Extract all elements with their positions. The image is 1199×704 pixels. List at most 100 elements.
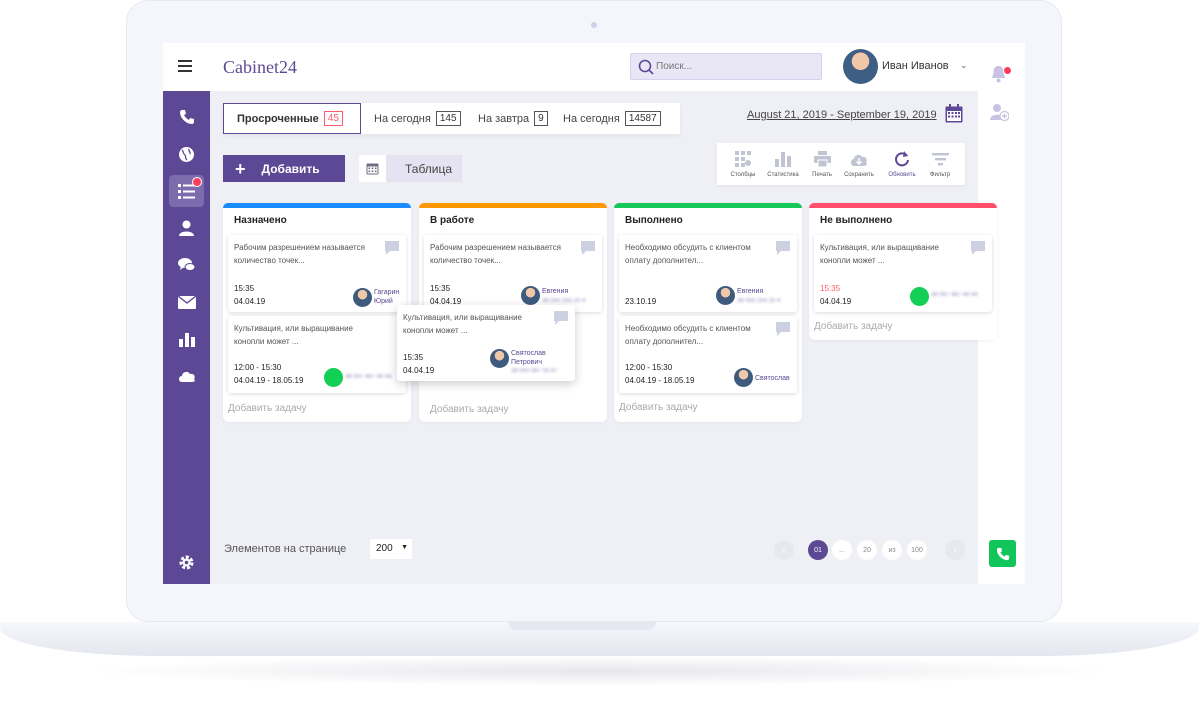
add-button[interactable]: + Добавить	[223, 155, 345, 182]
tab-overdue[interactable]: Просроченные 45	[223, 103, 361, 134]
add-task-link[interactable]: Добавить задачу	[814, 321, 893, 332]
calendar-icon	[366, 163, 379, 175]
stats-button[interactable]: Статистика	[765, 149, 801, 178]
task-text: Культивация, или выращивание конопли мож…	[820, 243, 939, 265]
task-text: Необходимо обсудить с клиентом оплату до…	[625, 243, 751, 265]
sidebar-item-cloud[interactable]	[169, 360, 204, 392]
chat-bubble-icon[interactable]	[384, 241, 400, 255]
per-page-select[interactable]: 200 ▼	[370, 539, 412, 559]
chevron-left-icon: ‹	[782, 544, 786, 556]
assignee-avatar[interactable]	[490, 349, 509, 368]
user-avatar[interactable]	[843, 49, 878, 84]
sidebar-item-globe[interactable]	[169, 138, 204, 170]
app-logo[interactable]: Cabinet24	[223, 57, 297, 78]
task-card[interactable]: Необходимо обсудить с клиентом оплату до…	[619, 235, 797, 312]
sidebar-item-settings[interactable]	[169, 546, 204, 578]
save-button[interactable]: Сохранить	[841, 149, 877, 178]
column-title: Выполнено	[625, 215, 683, 226]
sidebar-item-stats[interactable]	[169, 323, 204, 355]
task-card[interactable]: Рабочим разрешением называется количеств…	[228, 235, 406, 312]
list-icon	[178, 183, 195, 199]
cloud-icon	[178, 371, 195, 382]
task-text: Рабочим разрешением называется количеств…	[430, 243, 561, 265]
sidebar-item-tasks[interactable]	[169, 175, 204, 207]
prev-page-button[interactable]: ‹	[774, 540, 794, 560]
view-toggle[interactable]: Таблица	[359, 155, 462, 182]
task-card[interactable]: Необходимо обсудить с клиентом оплату до…	[619, 316, 797, 393]
filter-icon	[931, 152, 949, 165]
kanban-column-assigned: Назначено Рабочим разрешением называется…	[223, 203, 411, 422]
assignee-avatar[interactable]	[353, 288, 372, 307]
column-title: Не выполнено	[820, 215, 893, 226]
per-page-value: 200	[376, 543, 393, 554]
notification-dot	[1003, 66, 1012, 75]
status-indicator	[910, 287, 929, 306]
menu-icon[interactable]	[178, 60, 192, 72]
tab-count: 9	[534, 111, 548, 126]
phone-icon	[179, 110, 194, 124]
calendar-icon[interactable]	[945, 104, 963, 123]
chat-bubble-icon[interactable]	[970, 241, 986, 255]
chat-bubble-icon[interactable]	[553, 311, 569, 325]
assignee-avatar[interactable]	[716, 286, 735, 305]
tab-tomorrow[interactable]: На завтра 9	[478, 103, 548, 134]
phone-number: 38 097 487 44 94	[931, 292, 978, 298]
search-placeholder: Поиск...	[656, 61, 693, 72]
per-page-label: Элементов на странице	[224, 543, 347, 555]
task-card[interactable]: Рабочим разрешением называется количеств…	[424, 235, 602, 312]
add-task-link[interactable]: Добавить задачу	[228, 403, 307, 414]
tab-today[interactable]: На сегодня 145	[374, 103, 461, 134]
chat-icon	[177, 258, 195, 271]
page-button-current[interactable]: 01	[808, 540, 828, 560]
cloud-download-icon	[851, 154, 867, 166]
kanban-column-done: Выполнено Необходимо обсудить с клиентом…	[614, 203, 802, 422]
chat-bubble-icon[interactable]	[775, 322, 791, 336]
task-card[interactable]: Культивация, или выращивание конопли мож…	[814, 235, 992, 312]
gear-icon	[179, 555, 194, 569]
task-time: 12:00 - 15:30	[234, 363, 282, 372]
add-task-link[interactable]: Добавить задачу	[619, 402, 698, 413]
add-task-link[interactable]: Добавить задачу	[430, 404, 509, 415]
sidebar-item-mail[interactable]	[169, 286, 204, 318]
assignee-avatar[interactable]	[734, 368, 753, 387]
refresh-button[interactable]: Обновить	[884, 149, 920, 178]
filter-button[interactable]: Фильтр	[922, 149, 958, 178]
add-button-label: Добавить	[261, 161, 320, 176]
page-ellipsis: ...	[832, 540, 852, 560]
call-button[interactable]	[989, 540, 1016, 567]
add-user-icon[interactable]	[990, 103, 1009, 121]
assignee-avatar[interactable]	[521, 286, 540, 305]
tab-count: 45	[323, 111, 343, 126]
toolbar: Столбцы Статистика Печать Сохранить Обно…	[717, 143, 965, 185]
chat-bubble-icon[interactable]	[775, 241, 791, 255]
status-indicator	[324, 368, 343, 387]
task-text: Культивация, или выращивание конопли мож…	[234, 324, 353, 346]
task-time: 15:35	[430, 284, 451, 293]
date-range-link[interactable]: August 21, 2019 - September 19, 2019	[747, 109, 937, 121]
app-screen: Cabinet24 Поиск... Иван Иванов ⌄ Просроч…	[163, 43, 1025, 584]
page-button-20[interactable]: 20	[857, 540, 877, 560]
page-button-last[interactable]: 100	[907, 540, 927, 560]
sidebar-item-contacts[interactable]	[169, 212, 204, 244]
sidebar-item-calls[interactable]	[169, 101, 204, 133]
table-view-label[interactable]: Таблица	[405, 162, 452, 176]
print-button[interactable]: Печать	[804, 149, 840, 178]
globe-icon	[179, 146, 194, 162]
user-name[interactable]: Иван Иванов	[882, 60, 949, 72]
columns-button[interactable]: Столбцы	[725, 149, 761, 178]
chat-bubble-icon[interactable]	[580, 241, 596, 255]
phone-icon	[996, 547, 1009, 560]
task-text: Культивация, или выращивание конопли мож…	[403, 313, 522, 335]
next-page-button[interactable]: ›	[945, 540, 965, 560]
refresh-icon	[895, 151, 909, 167]
sidebar-item-chat[interactable]	[169, 249, 204, 281]
task-card[interactable]: Культивация, или выращивание конопли мож…	[228, 316, 406, 393]
chevron-down-icon[interactable]: ⌄	[960, 60, 968, 71]
tool-label: Печать	[812, 172, 832, 178]
calendar-view-button[interactable]	[359, 155, 386, 182]
tab-today-all[interactable]: На сегодня 14587	[563, 103, 661, 134]
dragged-task-card[interactable]: Культивация, или выращивание конопли мож…	[397, 305, 575, 381]
phone-number: 38 097 487 44 94	[345, 374, 392, 380]
search-input[interactable]: Поиск...	[630, 53, 822, 80]
assignee-name: Гагарин Юрий	[374, 289, 400, 305]
